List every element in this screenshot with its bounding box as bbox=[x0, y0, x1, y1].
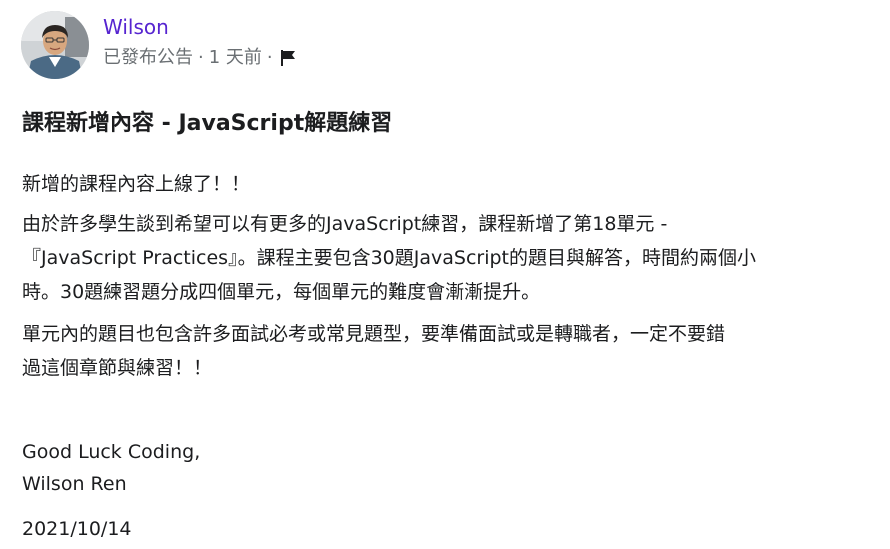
post-date: 2021/10/14 bbox=[22, 512, 132, 546]
author-name-link[interactable]: Wilson bbox=[103, 13, 169, 41]
meta-separator: · bbox=[266, 47, 273, 68]
paragraph-line: 單元內的題目也包含許多面試必考或常見題型，要準備面試或是轉職者，一定不要錯 bbox=[22, 323, 726, 345]
meta-separator: · bbox=[198, 47, 204, 68]
post-closing: Good Luck Coding, Wilson Ren bbox=[22, 436, 200, 500]
date-text: 2021/10/14 bbox=[22, 518, 132, 540]
post-meta: 已發布公告 · 1 天前 · bbox=[103, 44, 300, 72]
paragraph-line: 時。30題練習題分成四個單元，每個單元的難度會漸漸提升。 bbox=[22, 281, 541, 303]
paragraph-line: 由於許多學生談到希望可以有更多的JavaScript練習，課程新增了第18單元 … bbox=[22, 213, 668, 235]
post-paragraph-2: 由於許多學生談到希望可以有更多的JavaScript練習，課程新增了第18單元 … bbox=[22, 207, 756, 309]
paragraph-line: 新增的課程內容上線了！！ bbox=[22, 173, 251, 195]
announcement-post: Wilson 已發布公告 · 1 天前 · 課程新增內容 - JavaScrip… bbox=[0, 0, 890, 549]
paragraph-line: 過這個章節與練習！！ bbox=[22, 357, 213, 379]
user-avatar-photo bbox=[21, 11, 89, 79]
closing-line: Good Luck Coding, bbox=[22, 441, 201, 463]
post-status: 已發布公告 bbox=[103, 47, 193, 68]
post-title: 課程新增內容 - JavaScript解題練習 bbox=[22, 111, 393, 136]
flag-icon[interactable] bbox=[278, 48, 300, 68]
paragraph-line: 『JavaScript Practices』。課程主要包含30題JavaScri… bbox=[22, 247, 756, 269]
post-paragraph-1: 新增的課程內容上線了！！ bbox=[22, 167, 250, 201]
author-avatar[interactable] bbox=[21, 11, 89, 79]
post-time[interactable]: 1 天前 bbox=[209, 44, 262, 72]
post-paragraph-3: 單元內的題目也包含許多面試必考或常見題型，要準備面試或是轉職者，一定不要錯 過這… bbox=[22, 317, 725, 385]
signature-line: Wilson Ren bbox=[22, 473, 127, 495]
